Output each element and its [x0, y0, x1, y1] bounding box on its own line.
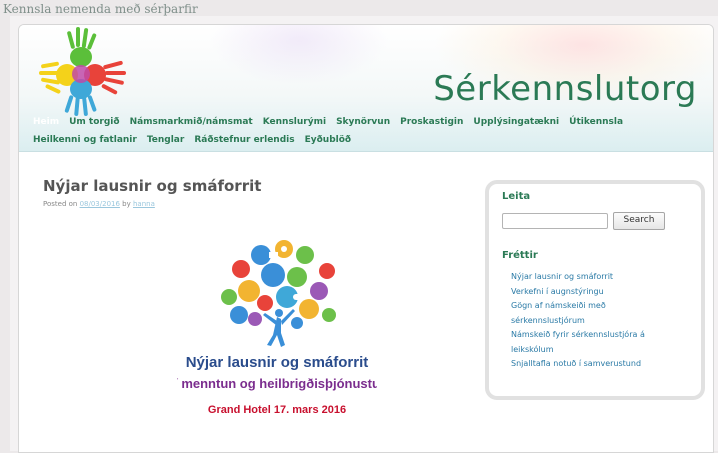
main-navigation: Heim Um torgið Námsmarkmið/námsmat Kenns…	[19, 113, 713, 149]
nav-item-um-torgid[interactable]: Um torgið	[69, 117, 119, 127]
post-meta-by: by	[122, 200, 131, 208]
image-subtitle-text: í menntun og heilbrigðisþjónustu	[177, 376, 377, 391]
image-title-text: Nýjar lausnir og smáforrit	[186, 354, 369, 371]
nav-item-eydublod[interactable]: Eyðublöð	[305, 135, 352, 145]
page-container: Sérkennslutorg Heim Um torgið Námsmarkmi…	[18, 24, 714, 453]
nav-row-1: Heim Um torgið Námsmarkmið/námsmat Kenns…	[33, 117, 633, 127]
sidebar: Leita Search Fréttir Nýjar lausnir og sm…	[485, 180, 705, 400]
search-widget-title: Leita	[502, 191, 531, 202]
nav-item-kennslurymi[interactable]: Kennslurými	[263, 117, 326, 127]
news-list: Nýjar lausnir og smáforrit Verkefni í au…	[511, 270, 687, 372]
search-button[interactable]: Search	[613, 212, 665, 230]
news-widget-title: Fréttir	[502, 250, 538, 261]
site-title[interactable]: Sérkennslutorg	[433, 69, 697, 109]
post-featured-image[interactable]: Nýjar lausnir og smáforrit í menntun og …	[177, 237, 377, 427]
header-decoration-2	[209, 25, 389, 85]
nav-item-heim[interactable]: Heim	[33, 117, 59, 127]
nav-item-utikennsla[interactable]: Útikennsla	[569, 117, 623, 127]
post-author-link[interactable]: hanna	[133, 200, 155, 208]
post-meta: Posted on 08/03/2016 by hanna	[43, 200, 463, 208]
news-item[interactable]: Verkefni í augnstýringu	[511, 285, 687, 300]
news-widget: Fréttir	[502, 250, 538, 261]
nav-item-heilkenni[interactable]: Heilkenni og fatlanir	[33, 135, 137, 145]
news-item[interactable]: leikskólum	[511, 343, 687, 358]
site-tagline: Kennsla nemenda með sérþarfir	[3, 2, 198, 16]
image-date-text: Grand Hotel 17. mars 2016	[208, 404, 346, 416]
post-title[interactable]: Nýjar lausnir og smáforrit	[43, 177, 463, 195]
main-content: Nýjar lausnir og smáforrit Posted on 08/…	[43, 177, 463, 416]
nav-item-namsmarkmid[interactable]: Námsmarkmið/námsmat	[130, 117, 253, 127]
nav-row-2: Heilkenni og fatlanir Tenglar Ráðstefnur…	[33, 135, 361, 145]
nav-item-upplysingataekni[interactable]: Upplýsingatækni	[473, 117, 559, 127]
nav-item-skynorvun[interactable]: Skynörvun	[336, 117, 390, 127]
hands-logo-icon[interactable]	[33, 27, 133, 117]
search-form: Search	[502, 212, 665, 230]
dancer-figure-icon	[263, 309, 295, 347]
nav-item-tenglar[interactable]: Tenglar	[147, 135, 185, 145]
site-header: Sérkennslutorg Heim Um torgið Námsmarkmi…	[19, 25, 713, 152]
nav-item-proskastigin[interactable]: Proskastigin	[400, 117, 463, 127]
news-item[interactable]: sérkennslustjórum	[511, 314, 687, 329]
post-meta-prefix: Posted on	[43, 200, 78, 208]
news-item[interactable]: Gögn af námskeiði með	[511, 299, 687, 314]
post-date-link[interactable]: 08/03/2016	[80, 200, 120, 208]
news-item[interactable]: Nýjar lausnir og smáforrit	[511, 270, 687, 285]
search-widget: Leita	[502, 191, 530, 202]
news-item[interactable]: Snjalltafla notuð í samverustund	[511, 357, 687, 372]
search-input[interactable]	[502, 213, 608, 229]
nav-item-radstefnur[interactable]: Ráðstefnur erlendis	[194, 135, 294, 145]
news-item[interactable]: Námskeið fyrir sérkennslustjóra á	[511, 328, 687, 343]
